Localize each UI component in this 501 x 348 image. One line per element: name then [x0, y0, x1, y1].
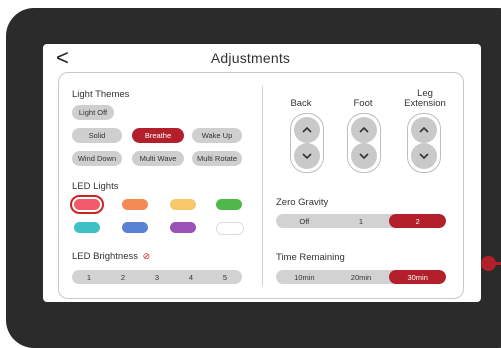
light-themes-label: Light Themes [72, 89, 130, 100]
theme-solid[interactable]: Solid [72, 128, 122, 143]
zero-gravity-1[interactable]: 1 [333, 214, 390, 228]
foot-up-button[interactable] [351, 117, 377, 143]
time-remaining-label: Time Remaining [276, 252, 345, 263]
chevron-up-icon [419, 126, 429, 133]
brightness-5[interactable]: 5 [208, 270, 242, 284]
zero-gravity-label: Zero Gravity [276, 197, 329, 208]
column-divider [262, 86, 263, 286]
led-color-swatch[interactable] [74, 222, 100, 233]
led-color-swatch[interactable] [170, 222, 196, 233]
led-color-swatch[interactable] [216, 222, 244, 235]
time-30min[interactable]: 30min [389, 270, 446, 284]
theme-wake-up[interactable]: Wake Up [192, 128, 242, 143]
chevron-down-icon [419, 153, 429, 160]
leg-extension-down-button[interactable] [411, 143, 437, 169]
led-color-swatch[interactable] [122, 199, 148, 210]
brightness-selector: 1 2 3 4 5 [72, 270, 242, 284]
back-control [290, 113, 324, 173]
theme-breathe[interactable]: Breathe [132, 128, 184, 143]
led-color-swatch[interactable] [216, 199, 242, 210]
led-brightness-label: LED Brightness ⊘ [72, 251, 150, 262]
theme-multi-rotate[interactable]: Multi Rotate [192, 151, 242, 166]
leg-extension-up-button[interactable] [411, 117, 437, 143]
side-indicator-knob [481, 256, 496, 271]
foot-label: Foot [353, 98, 373, 109]
zero-gravity-2[interactable]: 2 [389, 214, 446, 228]
brightness-3[interactable]: 3 [140, 270, 174, 284]
back-down-button[interactable] [294, 143, 320, 169]
back-up-button[interactable] [294, 117, 320, 143]
led-color-swatch[interactable] [170, 199, 196, 210]
time-remaining-selector: 10min 20min 30min [276, 270, 446, 284]
no-symbol-icon: ⊘ [142, 251, 151, 261]
foot-control [347, 113, 381, 173]
led-brightness-text: LED Brightness [72, 251, 139, 262]
time-10min[interactable]: 10min [276, 270, 333, 284]
led-color-swatch[interactable] [122, 222, 148, 233]
foot-down-button[interactable] [351, 143, 377, 169]
zero-gravity-off[interactable]: Off [276, 214, 333, 228]
led-color-swatch[interactable] [70, 195, 104, 214]
theme-wind-down[interactable]: Wind Down [72, 151, 122, 166]
chevron-down-icon [302, 153, 312, 160]
theme-light-off[interactable]: Light Off [72, 105, 114, 120]
leg-extension-label: Leg Extension [404, 88, 446, 109]
chevron-up-icon [359, 126, 369, 133]
leg-extension-control [407, 113, 441, 173]
page-title: Adjustments [210, 50, 291, 66]
back-label: Back [290, 98, 312, 109]
zero-gravity-selector: Off 1 2 [276, 214, 446, 228]
brightness-4[interactable]: 4 [174, 270, 208, 284]
time-20min[interactable]: 20min [333, 270, 390, 284]
chevron-up-icon [302, 126, 312, 133]
led-lights-label: LED Lights [72, 181, 119, 192]
chevron-down-icon [359, 153, 369, 160]
theme-multi-wave[interactable]: Multi Wave [132, 151, 184, 166]
brightness-1[interactable]: 1 [72, 270, 106, 284]
brightness-2[interactable]: 2 [106, 270, 140, 284]
